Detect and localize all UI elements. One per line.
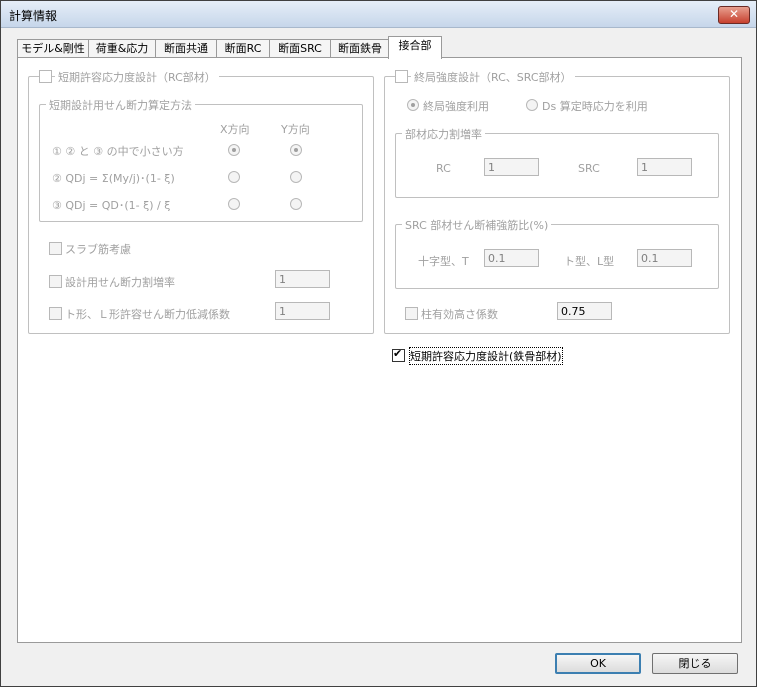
member-stress-group: 部材応力割増率 RC 1 SRC 1: [395, 126, 719, 198]
slab-rebar-checkbox[interactable]: [49, 242, 62, 255]
method-row-3-label: ③ QDj = QD･(1- ξ) / ξ: [52, 199, 171, 212]
column-x-header: X方向: [220, 123, 250, 136]
shear-method-title: 短期設計用せん断力算定方法: [46, 97, 195, 113]
tl-factor-input[interactable]: 1: [275, 302, 330, 320]
method-row-2-x-radio[interactable]: [228, 171, 240, 183]
shear-method-group: 短期設計用せん断力算定方法 X方向 Y方向 ① ② と ③ の中で小さい方 ② …: [39, 97, 363, 222]
rc-factor-input[interactable]: 1: [484, 158, 539, 176]
calculation-info-dialog: 計算情報 ✕ モデル&剛性 荷重&応力 断面共通 断面RC 断面SRC 断面鉄骨…: [0, 0, 757, 687]
member-stress-title: 部材応力割増率: [402, 126, 485, 142]
src-shear-ratio-group: SRC 部材せん断補強筋比(%) 十字型、T 0.1 ト型、L型 0.1: [395, 217, 719, 289]
column-height-input[interactable]: 0.75: [557, 302, 612, 320]
src-factor-label: SRC: [578, 162, 600, 175]
close-button[interactable]: 閉じる: [652, 653, 738, 674]
cross-type-input[interactable]: 0.1: [484, 249, 539, 267]
steel-short-term-checkbox[interactable]: [392, 347, 405, 362]
slab-rebar-label: スラブ筋考慮: [65, 243, 131, 256]
method-row-1-x-radio[interactable]: [228, 144, 240, 156]
tab-load-stress[interactable]: 荷重&応力: [88, 39, 156, 58]
tab-section-rc[interactable]: 断面RC: [216, 39, 270, 58]
tl-factor-label: ト形、Ｌ形許容せん断力低減係数: [65, 308, 230, 321]
rc-short-term-title: 短期許容応力度設計（RC部材）: [55, 69, 219, 85]
tab-section-src[interactable]: 断面SRC: [269, 39, 331, 58]
method-row-1-y-radio[interactable]: [290, 144, 302, 156]
rc-short-term-checkbox[interactable]: [39, 70, 52, 83]
src-factor-input[interactable]: 1: [637, 158, 692, 176]
shear-factor-label: 設計用せん断力割増率: [65, 276, 175, 289]
rc-short-term-group: 短期許容応力度設計（RC部材） 短期設計用せん断力算定方法 X方向 Y方向 ① …: [28, 69, 374, 334]
tab-section-common[interactable]: 断面共通: [155, 39, 217, 58]
rc-factor-label: RC: [436, 162, 451, 175]
ultimate-strength-checkbox[interactable]: [395, 70, 408, 83]
method-row-1-label: ① ② と ③ の中で小さい方: [52, 145, 184, 158]
ds-stress-radio[interactable]: [526, 99, 538, 111]
steel-short-term-label[interactable]: 短期許容応力度設計(鉄骨部材): [409, 347, 563, 365]
tab-model-stiffness[interactable]: モデル&剛性: [17, 39, 89, 58]
tl-factor-checkbox[interactable]: [49, 307, 62, 320]
column-y-header: Y方向: [281, 123, 310, 136]
method-row-2-y-radio[interactable]: [290, 171, 302, 183]
ultimate-strength-group: 終局強度設計（RC、SRC部材） 終局強度利用 Ds 算定時応力を利用 部材応力…: [384, 69, 730, 334]
cross-type-label: 十字型、T: [418, 255, 469, 268]
column-height-label: 柱有効高さ係数: [421, 308, 498, 321]
tab-section-steel[interactable]: 断面鉄骨: [330, 39, 390, 58]
close-icon[interactable]: ✕: [718, 6, 750, 24]
window-title: 計算情報: [9, 9, 58, 23]
ultimate-strength-radio[interactable]: [407, 99, 419, 111]
method-row-3-x-radio[interactable]: [228, 198, 240, 210]
tab-panel-joint: 短期許容応力度設計（RC部材） 短期設計用せん断力算定方法 X方向 Y方向 ① …: [17, 57, 742, 643]
tl-type-input[interactable]: 0.1: [637, 249, 692, 267]
ok-button[interactable]: OK: [555, 653, 641, 674]
tab-joint[interactable]: 接合部: [388, 36, 442, 59]
ultimate-strength-radio-label: 終局強度利用: [423, 100, 489, 113]
src-shear-ratio-title: SRC 部材せん断補強筋比(%): [402, 217, 552, 233]
method-row-3-y-radio[interactable]: [290, 198, 302, 210]
tl-type-label: ト型、L型: [564, 255, 615, 268]
ultimate-strength-title: 終局強度設計（RC、SRC部材）: [411, 69, 575, 85]
shear-factor-checkbox[interactable]: [49, 275, 62, 288]
title-bar: 計算情報 ✕: [1, 1, 756, 28]
column-height-checkbox[interactable]: [405, 307, 418, 320]
ds-stress-radio-label: Ds 算定時応力を利用: [542, 100, 648, 113]
method-row-2-label: ② QDj = Σ(My/j)･(1- ξ): [52, 172, 175, 185]
shear-factor-input[interactable]: 1: [275, 270, 330, 288]
